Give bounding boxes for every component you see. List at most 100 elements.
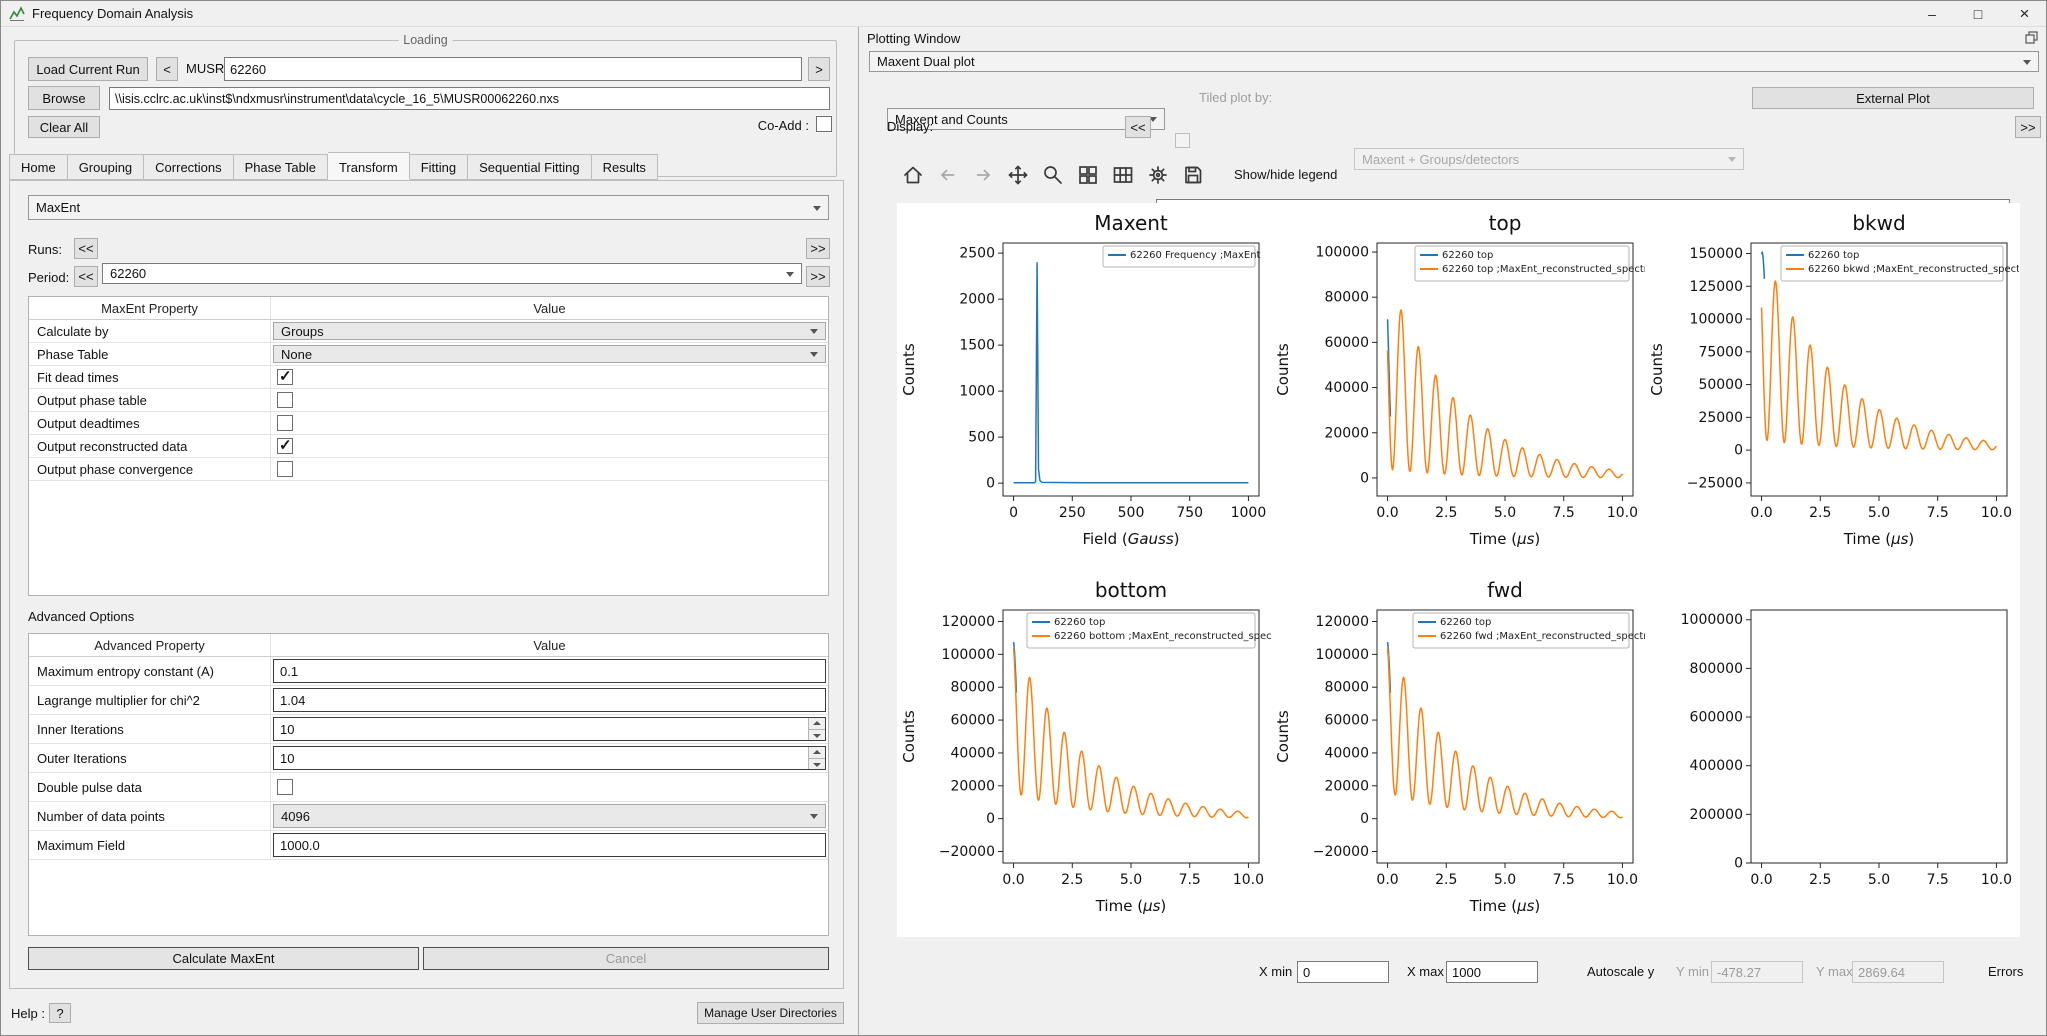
plot-fwd[interactable]: 0.02.55.07.510.0−20000020000400006000080… [1271, 570, 1645, 937]
value-checkbox[interactable] [277, 392, 293, 408]
plot-Maxent[interactable]: 0250500750100005001000150020002500Maxent… [897, 203, 1271, 570]
close-button[interactable]: × [2001, 1, 2047, 27]
previous-run-button[interactable]: < [156, 57, 178, 81]
svg-text:0.0: 0.0 [1750, 505, 1772, 521]
plot-empty[interactable]: 0.02.55.07.510.0020000040000060000080000… [1645, 570, 2019, 937]
next-run-button[interactable]: > [808, 57, 830, 81]
plot-top[interactable]: 0.02.55.07.510.0020000400006000080000100… [1271, 203, 1645, 570]
pan-icon[interactable] [1004, 161, 1032, 189]
svg-text:−20000: −20000 [1313, 844, 1369, 860]
plotting-window-title: Plotting Window [867, 31, 960, 47]
svg-text:20000: 20000 [1324, 778, 1369, 794]
value-checkbox[interactable] [277, 779, 293, 795]
spin-up-icon [809, 718, 825, 730]
plot-toolbar: Show/hide legend [899, 160, 1337, 190]
xmax-input[interactable] [1446, 961, 1538, 983]
spinner-buttons[interactable] [808, 718, 825, 740]
tab-bar: HomeGroupingCorrectionsPhase TableTransf… [9, 154, 844, 180]
runs-prev-button[interactable]: << [74, 238, 98, 259]
clear-all-button[interactable]: Clear All [28, 116, 100, 138]
legend-toggle-button[interactable]: Show/hide legend [1234, 167, 1337, 183]
back-icon[interactable] [934, 161, 962, 189]
value-select[interactable]: None [273, 345, 826, 363]
period-next-button[interactable]: >> [806, 266, 830, 287]
forward-icon[interactable] [969, 161, 997, 189]
period-label: Period: [28, 270, 69, 286]
value-input[interactable]: 1.04 [273, 688, 826, 712]
table-header-row: MaxEnt PropertyValue [29, 297, 828, 320]
value-select[interactable]: 4096 [273, 804, 826, 828]
svg-text:100000: 100000 [1316, 245, 1369, 261]
value-checkbox[interactable] [277, 415, 293, 431]
value-input[interactable]: 10 [273, 746, 826, 770]
runs-select-value: 62260 [110, 266, 146, 281]
value-input[interactable]: 1000.0 [273, 833, 826, 857]
load-current-run-button[interactable]: Load Current Run [28, 57, 148, 81]
maximize-button[interactable]: □ [1955, 1, 2001, 27]
figure-canvas[interactable]: 0250500750100005001000150020002500Maxent… [897, 203, 2020, 937]
autoscale-label: Autoscale y [1587, 964, 1654, 980]
plot-bottom[interactable]: 0.02.55.07.510.0−20000020000400006000080… [897, 570, 1271, 937]
svg-text:0.0: 0.0 [1376, 872, 1398, 888]
svg-text:2500: 2500 [959, 246, 995, 262]
tiled-by-value: Maxent + Groups/detectors [1362, 152, 1519, 167]
value-input[interactable]: 0.1 [273, 659, 826, 683]
value-checkbox[interactable] [277, 369, 293, 385]
value-checkbox[interactable] [277, 461, 293, 477]
tab-fitting[interactable]: Fitting [410, 154, 468, 180]
save-icon[interactable] [1179, 161, 1207, 189]
help-button[interactable]: ? [49, 1003, 71, 1023]
svg-text:10.0: 10.0 [1607, 505, 1638, 521]
value-input[interactable]: 10 [273, 717, 826, 741]
plot-type-select[interactable]: Maxent Dual plot [869, 51, 2039, 72]
manage-user-directories-button[interactable]: Manage User Directories [697, 1002, 844, 1024]
browse-button[interactable]: Browse [28, 86, 100, 110]
property-value [271, 389, 828, 411]
cancel-button[interactable]: Cancel [423, 947, 829, 970]
method-select[interactable]: MaxEnt [28, 195, 829, 220]
plot-bkwd[interactable]: 0.02.55.07.510.0−25000025000500007500010… [1645, 203, 2019, 570]
settings-icon[interactable] [1144, 161, 1172, 189]
runs-next-button[interactable]: >> [806, 238, 830, 259]
svg-text:120000: 120000 [1316, 614, 1369, 630]
restore-icon[interactable] [2025, 31, 2039, 44]
tab-corrections[interactable]: Corrections [144, 154, 233, 180]
coadd-checkbox[interactable] [816, 116, 832, 132]
xmin-input[interactable] [1297, 961, 1389, 983]
advanced-options-label: Advanced Options [28, 609, 134, 625]
subplots-icon[interactable] [1109, 161, 1137, 189]
tab-results[interactable]: Results [592, 154, 658, 180]
svg-text:150000: 150000 [1690, 246, 1743, 262]
subplot-cell: 0.02.55.07.510.0−25000025000500007500010… [1645, 203, 2019, 570]
minimize-button[interactable]: – [1909, 1, 1955, 27]
runs-select[interactable]: 62260 [102, 263, 802, 284]
file-path-input[interactable] [109, 87, 830, 110]
property-value [271, 412, 828, 434]
plotting-window: Plotting Window Maxent Dual plot Maxent … [858, 27, 2047, 1036]
spinner-buttons[interactable] [808, 747, 825, 769]
table-row: Double pulse data [29, 773, 828, 802]
svg-text:−25000: −25000 [1687, 475, 1743, 491]
zoom-icon[interactable] [1039, 161, 1067, 189]
display-prev-button[interactable]: << [1125, 116, 1151, 138]
home-icon[interactable] [899, 161, 927, 189]
tile-icon[interactable] [1074, 161, 1102, 189]
title-bar: Frequency Domain Analysis – □ × [1, 1, 2047, 27]
tiled-plot-checkbox[interactable] [1175, 133, 1190, 148]
tab-home[interactable]: Home [9, 154, 68, 180]
tab-transform[interactable]: Transform [328, 152, 410, 180]
table-row: Calculate byGroups [29, 320, 828, 343]
tab-sequential-fitting[interactable]: Sequential Fitting [468, 154, 591, 180]
run-number-input[interactable] [224, 57, 802, 81]
value-select[interactable]: Groups [273, 322, 826, 340]
value-checkbox[interactable] [277, 438, 293, 454]
external-plot-button[interactable]: External Plot [1752, 87, 2034, 109]
display-next-button[interactable]: >> [2015, 116, 2041, 138]
tab-phase-table[interactable]: Phase Table [234, 154, 328, 180]
table-row: Inner Iterations10 [29, 715, 828, 744]
tab-grouping[interactable]: Grouping [68, 154, 144, 180]
svg-text:25000: 25000 [1698, 410, 1743, 426]
period-prev-button[interactable]: << [74, 266, 98, 287]
calculate-maxent-button[interactable]: Calculate MaxEnt [28, 947, 419, 970]
subplot-cell: 0.02.55.07.510.0−20000020000400006000080… [897, 570, 1271, 937]
